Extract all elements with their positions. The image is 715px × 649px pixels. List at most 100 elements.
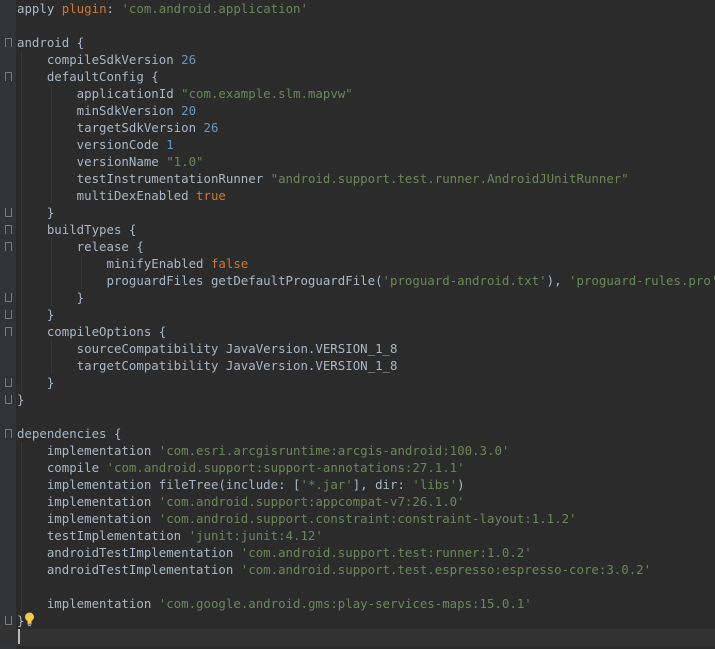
code-line[interactable]: }: [17, 374, 715, 391]
code-editor[interactable]: apply plugin: 'com.android.application' …: [0, 0, 715, 649]
code-token: apply: [17, 1, 62, 16]
code-token: androidTestImplementation: [17, 545, 241, 560]
fold-end-icon[interactable]: [5, 378, 12, 387]
code-line[interactable]: dependencies {: [17, 425, 715, 442]
code-token: multiDexEnabled: [17, 188, 197, 203]
code-token: 'com.android.support.test.espresso:espre…: [240, 562, 652, 577]
code-token: 20: [181, 103, 197, 118]
code-token: 'com.android.support:support-annotations…: [106, 460, 465, 475]
code-token: "com.example.slm.mapvw": [181, 86, 353, 101]
code-line[interactable]: implementation 'com.android.support.cons…: [17, 510, 715, 527]
code-token: sourceCompatibility JavaVersion.VERSION_…: [17, 341, 398, 356]
code-line[interactable]: testImplementation 'junit:junit:4.12': [17, 527, 715, 544]
fold-collapse-icon[interactable]: [5, 429, 12, 438]
code-line[interactable]: buildTypes {: [17, 221, 715, 238]
code-token: 1: [166, 137, 174, 152]
code-line[interactable]: implementation fileTree(include: ['*.jar…: [17, 476, 715, 493]
code-line[interactable]: proguardFiles getDefaultProguardFile('pr…: [17, 272, 715, 289]
text-caret: [18, 629, 20, 644]
code-line[interactable]: androidTestImplementation 'com.android.s…: [17, 561, 715, 578]
code-line[interactable]: applicationId "com.example.slm.mapvw": [17, 85, 715, 102]
code-line[interactable]: compileOptions {: [17, 323, 715, 340]
code-line[interactable]: }: [17, 391, 715, 408]
indent-guide: [80, 255, 82, 289]
code-token: compileOptions {: [17, 324, 167, 339]
code-token: buildTypes {: [17, 222, 137, 237]
code-line[interactable]: minifyEnabled false: [17, 255, 715, 272]
code-token: minSdkVersion: [17, 103, 182, 118]
code-token: implementation fileTree(include: [: [17, 477, 301, 492]
fold-collapse-icon[interactable]: [5, 38, 12, 47]
code-line[interactable]: [17, 408, 715, 425]
fold-end-icon[interactable]: [5, 310, 12, 319]
editor-gutter[interactable]: [0, 0, 16, 649]
code-token: ): [457, 477, 465, 492]
code-line[interactable]: targetCompatibility JavaVersion.VERSION_…: [17, 357, 715, 374]
code-token: "android.support.test.runner.AndroidJUni…: [270, 171, 629, 186]
code-line[interactable]: multiDexEnabled true: [17, 187, 715, 204]
code-line[interactable]: defaultConfig {: [17, 68, 715, 85]
code-token: release {: [17, 239, 144, 254]
fold-end-icon[interactable]: [5, 616, 12, 625]
code-token: testImplementation: [17, 528, 189, 543]
code-token: 'com.google.android.gms:play-services-ma…: [158, 596, 532, 611]
fold-collapse-icon[interactable]: [5, 225, 12, 234]
code-token: minifyEnabled: [17, 256, 211, 271]
code-token: }: [17, 205, 55, 220]
code-token: implementation: [17, 443, 159, 458]
code-line[interactable]: [0, 629, 715, 646]
code-token: dependencies {: [17, 426, 122, 441]
code-line[interactable]: versionCode 1: [17, 136, 715, 153]
code-token: true: [196, 188, 226, 203]
code-token: targetCompatibility JavaVersion.VERSION_…: [17, 358, 398, 373]
code-line[interactable]: testInstrumentationRunner "android.suppo…: [17, 170, 715, 187]
code-line[interactable]: }: [17, 289, 715, 306]
fold-collapse-icon[interactable]: [5, 72, 12, 81]
code-token: }: [17, 392, 25, 407]
indent-guide: [50, 340, 52, 374]
code-token: androidTestImplementation: [17, 562, 241, 577]
code-token: versionName: [17, 154, 167, 169]
fold-end-icon[interactable]: [5, 293, 12, 302]
code-line[interactable]: release {: [17, 238, 715, 255]
code-line[interactable]: implementation 'com.android.support:appc…: [17, 493, 715, 510]
fold-collapse-icon[interactable]: [5, 242, 12, 251]
code-token: false: [210, 256, 249, 271]
code-token: testInstrumentationRunner: [17, 171, 271, 186]
code-token: compile: [17, 460, 107, 475]
code-token: implementation: [17, 494, 159, 509]
code-token: targetSdkVersion: [17, 120, 204, 135]
code-line[interactable]: compileSdkVersion 26: [17, 51, 715, 68]
code-line[interactable]: targetSdkVersion 26: [17, 119, 715, 136]
code-token: '*.jar': [300, 477, 353, 492]
code-line[interactable]: }: [17, 204, 715, 221]
code-token: ], dir:: [352, 477, 413, 492]
lightbulb-icon[interactable]: [24, 612, 35, 627]
code-token: 'junit:junit:4.12': [188, 528, 323, 543]
fold-collapse-icon[interactable]: [5, 327, 12, 336]
code-area[interactable]: apply plugin: 'com.android.application' …: [0, 0, 715, 646]
code-line[interactable]: [17, 17, 715, 34]
code-token: proguardFiles getDefaultProguardFile(: [17, 273, 383, 288]
code-line[interactable]: [17, 578, 715, 595]
code-line[interactable]: minSdkVersion 20: [17, 102, 715, 119]
code-token: 'com.esri.arcgisruntime:arcgis-android:1…: [158, 443, 510, 458]
code-line[interactable]: implementation 'com.esri.arcgisruntime:a…: [17, 442, 715, 459]
code-line[interactable]: }: [17, 612, 715, 629]
code-line[interactable]: android {: [17, 34, 715, 51]
code-line[interactable]: compile 'com.android.support:support-ann…: [17, 459, 715, 476]
code-line[interactable]: }: [17, 306, 715, 323]
code-line[interactable]: sourceCompatibility JavaVersion.VERSION_…: [17, 340, 715, 357]
fold-end-icon[interactable]: [5, 208, 12, 217]
indent-guide: [50, 85, 52, 204]
code-token: 'libs': [412, 477, 458, 492]
indent-guide: [21, 51, 22, 391]
code-token: 'com.android.support.test:runner:1.0.2': [240, 545, 532, 560]
code-token: }: [17, 375, 55, 390]
code-line[interactable]: apply plugin: 'com.android.application': [17, 0, 715, 17]
code-line[interactable]: implementation 'com.google.android.gms:p…: [17, 595, 715, 612]
fold-end-icon[interactable]: [5, 395, 12, 404]
indent-guide: [21, 442, 22, 612]
code-line[interactable]: versionName "1.0": [17, 153, 715, 170]
code-line[interactable]: androidTestImplementation 'com.android.s…: [17, 544, 715, 561]
